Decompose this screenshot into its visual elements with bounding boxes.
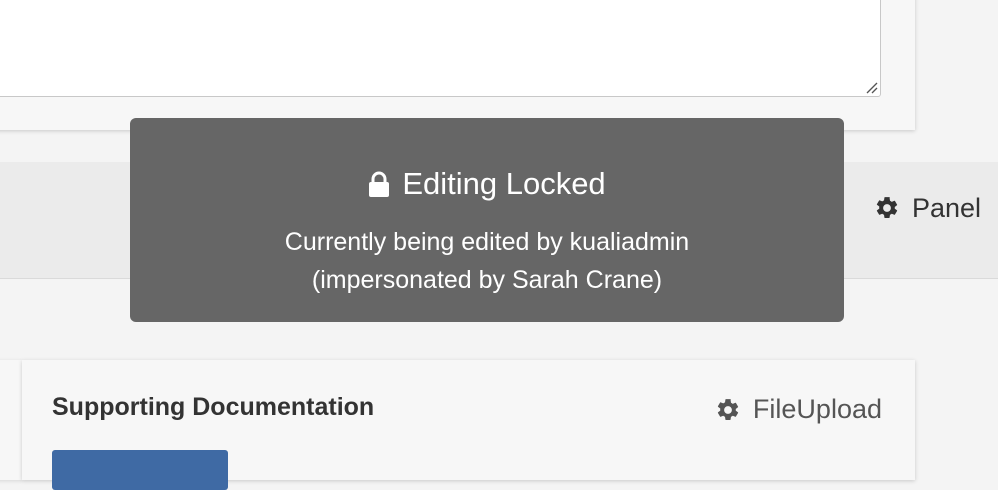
file-upload-type-label[interactable]: FileUpload xyxy=(715,394,882,425)
gear-icon xyxy=(717,398,739,420)
resize-handle-icon[interactable] xyxy=(864,80,878,94)
section-title: Supporting Documentation xyxy=(52,393,375,421)
lock-impersonation-line: (impersonated by Sarah Crane) xyxy=(311,266,663,294)
overlay-title: Editing Locked xyxy=(130,166,844,202)
panel-label-text: Panel xyxy=(912,192,982,223)
left-card-edge xyxy=(0,360,22,480)
lock-icon xyxy=(369,171,390,197)
upload-button[interactable] xyxy=(52,450,228,490)
panel-type-label[interactable]: Panel xyxy=(874,188,981,228)
supporting-documentation-card: Supporting Documentation FileUpload xyxy=(22,360,915,490)
lock-message-line: Currently being edited by kualiadmin xyxy=(284,228,690,256)
file-upload-label-text: FileUpload xyxy=(752,394,882,424)
text-area-field[interactable] xyxy=(0,0,881,97)
gear-icon xyxy=(876,197,898,218)
overlay-title-text: Editing Locked xyxy=(402,166,606,201)
editing-locked-overlay: Editing Locked Currently being edited by… xyxy=(130,118,844,322)
